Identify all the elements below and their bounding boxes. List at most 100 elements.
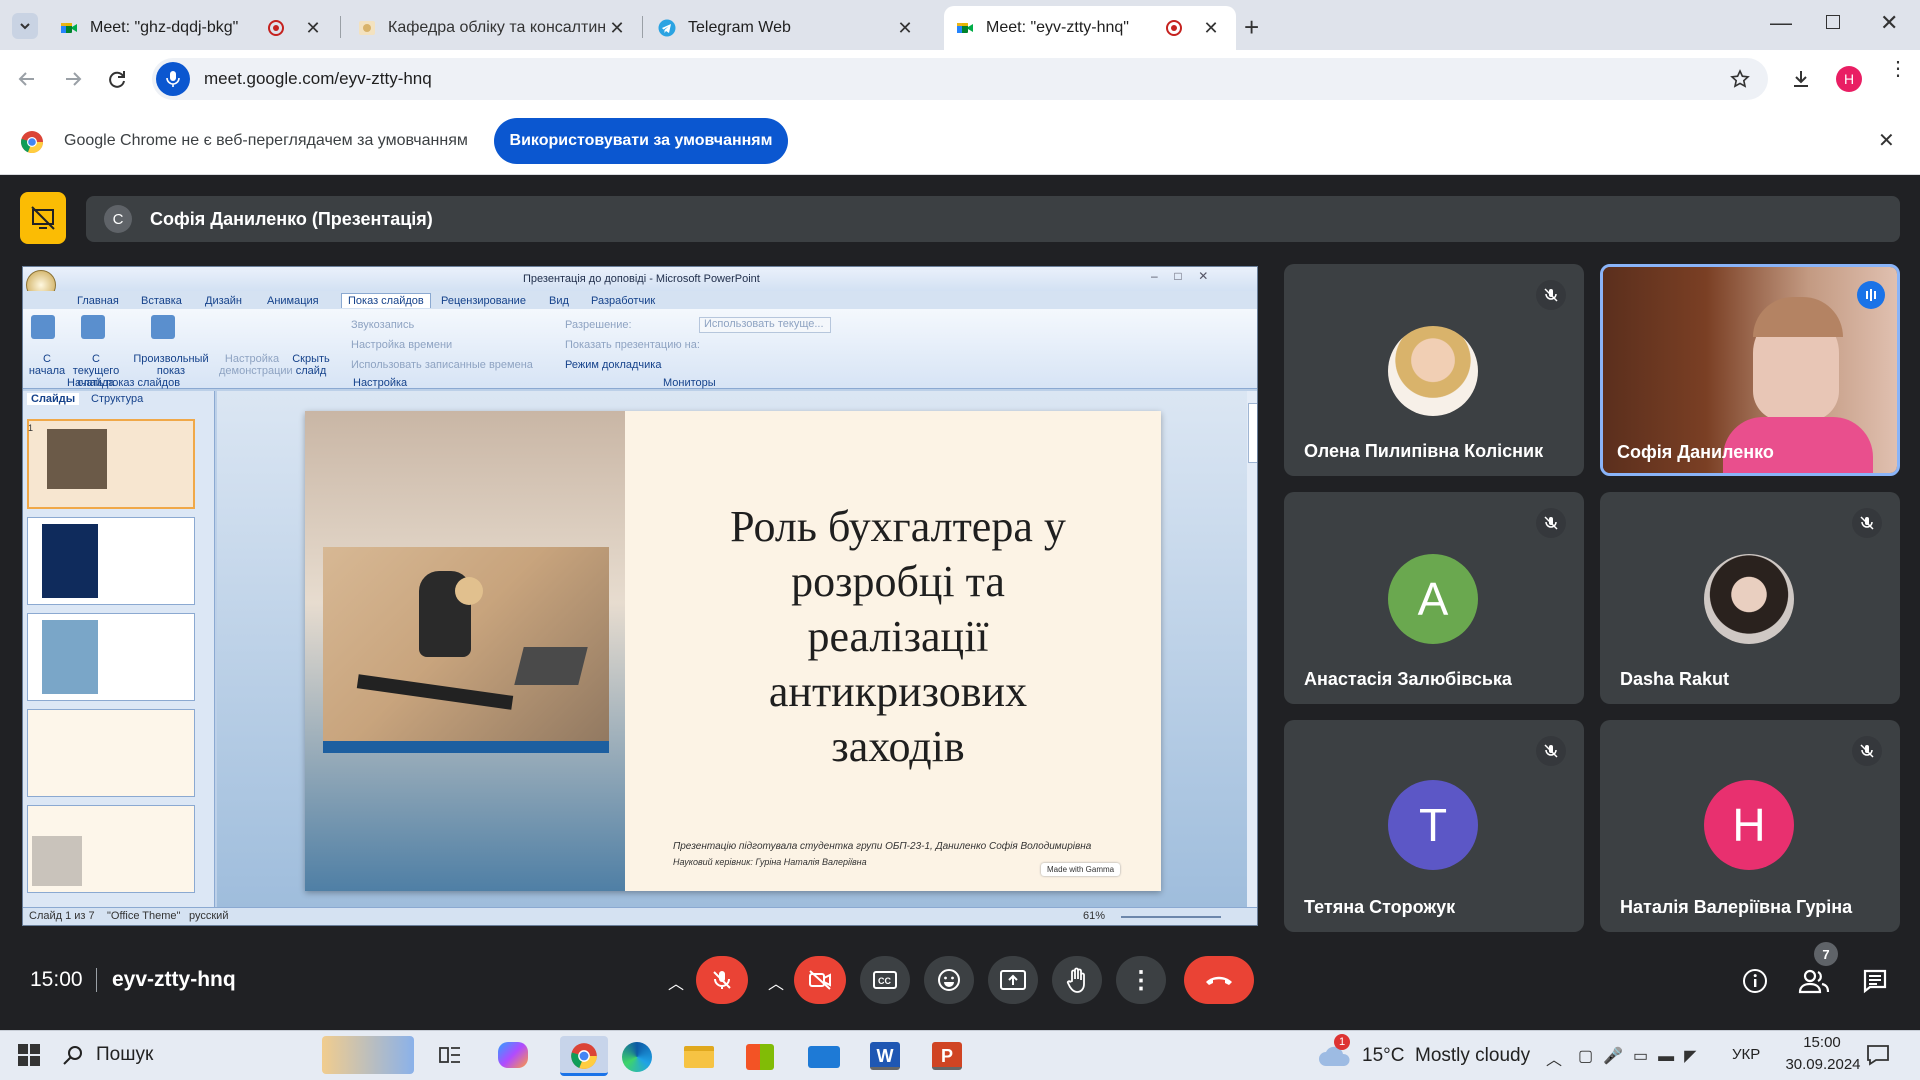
participant-avatar: Т	[1388, 780, 1478, 870]
participant-name: Тетяна Сторожук	[1304, 897, 1456, 917]
keyboard-language[interactable]: УКР	[1732, 1046, 1760, 1063]
participant-name: Наталія Валеріївна Гуріна	[1620, 897, 1853, 917]
participant-tile[interactable]: Н Наталія Валеріївна Гуріна	[1600, 720, 1900, 932]
ppt-tab-developer: Разработчик	[591, 295, 656, 307]
back-icon[interactable]	[16, 68, 38, 90]
tab-meet-1[interactable]: Meet: "ghz-dqdj-bkg" ✕	[48, 6, 338, 50]
search-highlight-image	[322, 1036, 414, 1074]
powerpoint-icon[interactable]: P	[932, 1042, 962, 1070]
mail-icon[interactable]	[808, 1046, 840, 1068]
slide-title: Роль бухгалтера у розробці та реалізації…	[730, 502, 1066, 771]
minimize-button[interactable]: —	[1770, 10, 1792, 36]
close-window-button[interactable]: ✕	[1880, 10, 1898, 36]
search-icon	[63, 1046, 82, 1065]
close-tab-icon[interactable]: ✕	[606, 18, 628, 39]
reload-icon[interactable]	[106, 68, 128, 90]
slide-thumb-4: 4	[27, 709, 195, 797]
pane-tab-outline: Структура	[91, 393, 144, 405]
svg-text:CC: CC	[878, 976, 891, 986]
meeting-info-icon[interactable]	[1742, 968, 1768, 994]
more-options-button[interactable]: ⋮	[1116, 956, 1166, 1004]
notifications-icon[interactable]	[1866, 1044, 1890, 1066]
raise-hand-button[interactable]	[1052, 956, 1102, 1004]
slide-thumb-1: 1	[27, 419, 195, 509]
weather-widget[interactable]: 1 15°C Mostly cloudy	[1318, 1034, 1530, 1072]
chat-icon[interactable]	[1862, 968, 1888, 994]
address-bar[interactable]: meet.google.com/eyv-ztty-hnq	[152, 58, 1768, 100]
telegram-icon	[658, 19, 676, 37]
chrome-taskbar-icon[interactable]	[560, 1036, 608, 1076]
tab-meet-active[interactable]: Meet: "eyv-ztty-hnq" ✕	[944, 6, 1236, 50]
audio-options-button[interactable]: ︿	[668, 970, 684, 994]
captions-button[interactable]: CC	[860, 956, 910, 1004]
presenter-bar: С Софія Даниленко (Презентація)	[86, 196, 1900, 242]
weather-badge: 1	[1334, 1034, 1350, 1050]
mic-icon[interactable]	[156, 62, 190, 96]
reactions-button[interactable]	[924, 956, 974, 1004]
participant-tile[interactable]: Т Тетяна Сторожук	[1284, 720, 1584, 932]
closed-captions-icon: CC	[873, 971, 897, 989]
ribbon-record: Звукозапись	[351, 319, 415, 331]
ppt-tab-design: Дизайн	[205, 295, 242, 307]
camera-toggle-button[interactable]	[794, 956, 846, 1004]
windows-start-icon[interactable]	[18, 1044, 40, 1066]
present-screen-button[interactable]	[988, 956, 1038, 1004]
infobar-close-icon[interactable]: ✕	[1878, 128, 1895, 153]
participant-tile[interactable]: А Анастасія Залюбівська	[1284, 492, 1584, 704]
word-icon[interactable]: W	[870, 1042, 900, 1070]
camera-off-icon	[809, 970, 831, 990]
mic-toggle-button[interactable]	[696, 956, 748, 1004]
ppt-tab-home: Главная	[77, 295, 119, 307]
ribbon-presenter-view: Режим докладчика	[565, 359, 662, 371]
participant-tile-active-speaker[interactable]: Софія Даниленко	[1600, 264, 1900, 476]
menu-kebab-icon[interactable]: ⋮	[1888, 59, 1908, 79]
recording-icon	[268, 20, 284, 36]
forward-icon[interactable]	[62, 68, 84, 90]
restore-button[interactable]	[1826, 15, 1840, 29]
file-explorer-icon[interactable]	[684, 1046, 714, 1068]
ppt-tab-slideshow: Показ слайдов	[341, 293, 431, 308]
new-tab-button[interactable]: +	[1244, 12, 1259, 43]
leave-call-button[interactable]	[1184, 956, 1254, 1004]
status-slide: Слайд 1 из 7	[29, 910, 95, 922]
download-icon[interactable]	[1790, 68, 1812, 90]
clock-date[interactable]: 30.09.2024	[1778, 1056, 1868, 1073]
profile-avatar[interactable]: H	[1836, 66, 1862, 92]
status-language: русский	[189, 910, 229, 922]
ppt-window-title: Презентація до доповіді - Microsoft Powe…	[523, 273, 760, 285]
task-view-icon[interactable]	[438, 1044, 462, 1066]
chrome-logo-icon	[21, 131, 44, 154]
tab-telegram[interactable]: Telegram Web ✕	[646, 6, 930, 50]
taskbar-search[interactable]: Пошук	[62, 1036, 342, 1074]
clock-time[interactable]: 15:00	[1792, 1034, 1852, 1051]
meeting-time: 15:00	[30, 968, 83, 991]
participant-name: Dasha Rakut	[1620, 669, 1730, 689]
tray-icons: ▢🎤▭▬◤	[1578, 1048, 1707, 1065]
participant-tile[interactable]: Dasha Rakut	[1600, 492, 1900, 704]
raise-hand-icon	[1066, 967, 1085, 993]
presenter-label: Софія Даниленко (Презентація)	[150, 208, 433, 229]
status-zoom: 61%	[1083, 910, 1106, 922]
edge-icon[interactable]	[622, 1042, 652, 1072]
mic-muted-icon	[1852, 736, 1882, 766]
bookmark-star-icon[interactable]	[1730, 69, 1750, 89]
slide-footer-2: Науковий керівник: Гуріна Наталія Валері…	[673, 857, 867, 867]
tab-search-button[interactable]	[12, 13, 38, 39]
microsoft-store-icon[interactable]	[746, 1044, 774, 1070]
participant-name: Олена Пилипівна Колісник	[1304, 441, 1544, 461]
set-default-button[interactable]: Використовувати за умовчанням	[494, 118, 788, 164]
chevron-down-icon	[20, 23, 30, 30]
mic-muted-icon	[1536, 280, 1566, 310]
close-tab-icon[interactable]: ✕	[302, 18, 324, 39]
ppt-tab-view: Вид	[549, 295, 569, 307]
show-hidden-icons[interactable]: ︿	[1546, 1046, 1562, 1070]
tab-department[interactable]: Кафедра обліку та консалтинг ✕	[346, 6, 642, 50]
tab-title: Meet: "ghz-dqdj-bkg"	[90, 19, 239, 36]
copilot-icon[interactable]	[498, 1042, 528, 1068]
video-options-button[interactable]: ︿	[768, 970, 784, 994]
people-button[interactable]: 7	[1798, 942, 1838, 999]
close-tab-icon[interactable]: ✕	[894, 18, 916, 39]
close-tab-icon[interactable]: ✕	[1200, 18, 1222, 39]
participant-tile[interactable]: Олена Пилипівна Колісник	[1284, 264, 1584, 476]
ribbon-resolution-value: Использовать текуще...	[699, 317, 831, 333]
